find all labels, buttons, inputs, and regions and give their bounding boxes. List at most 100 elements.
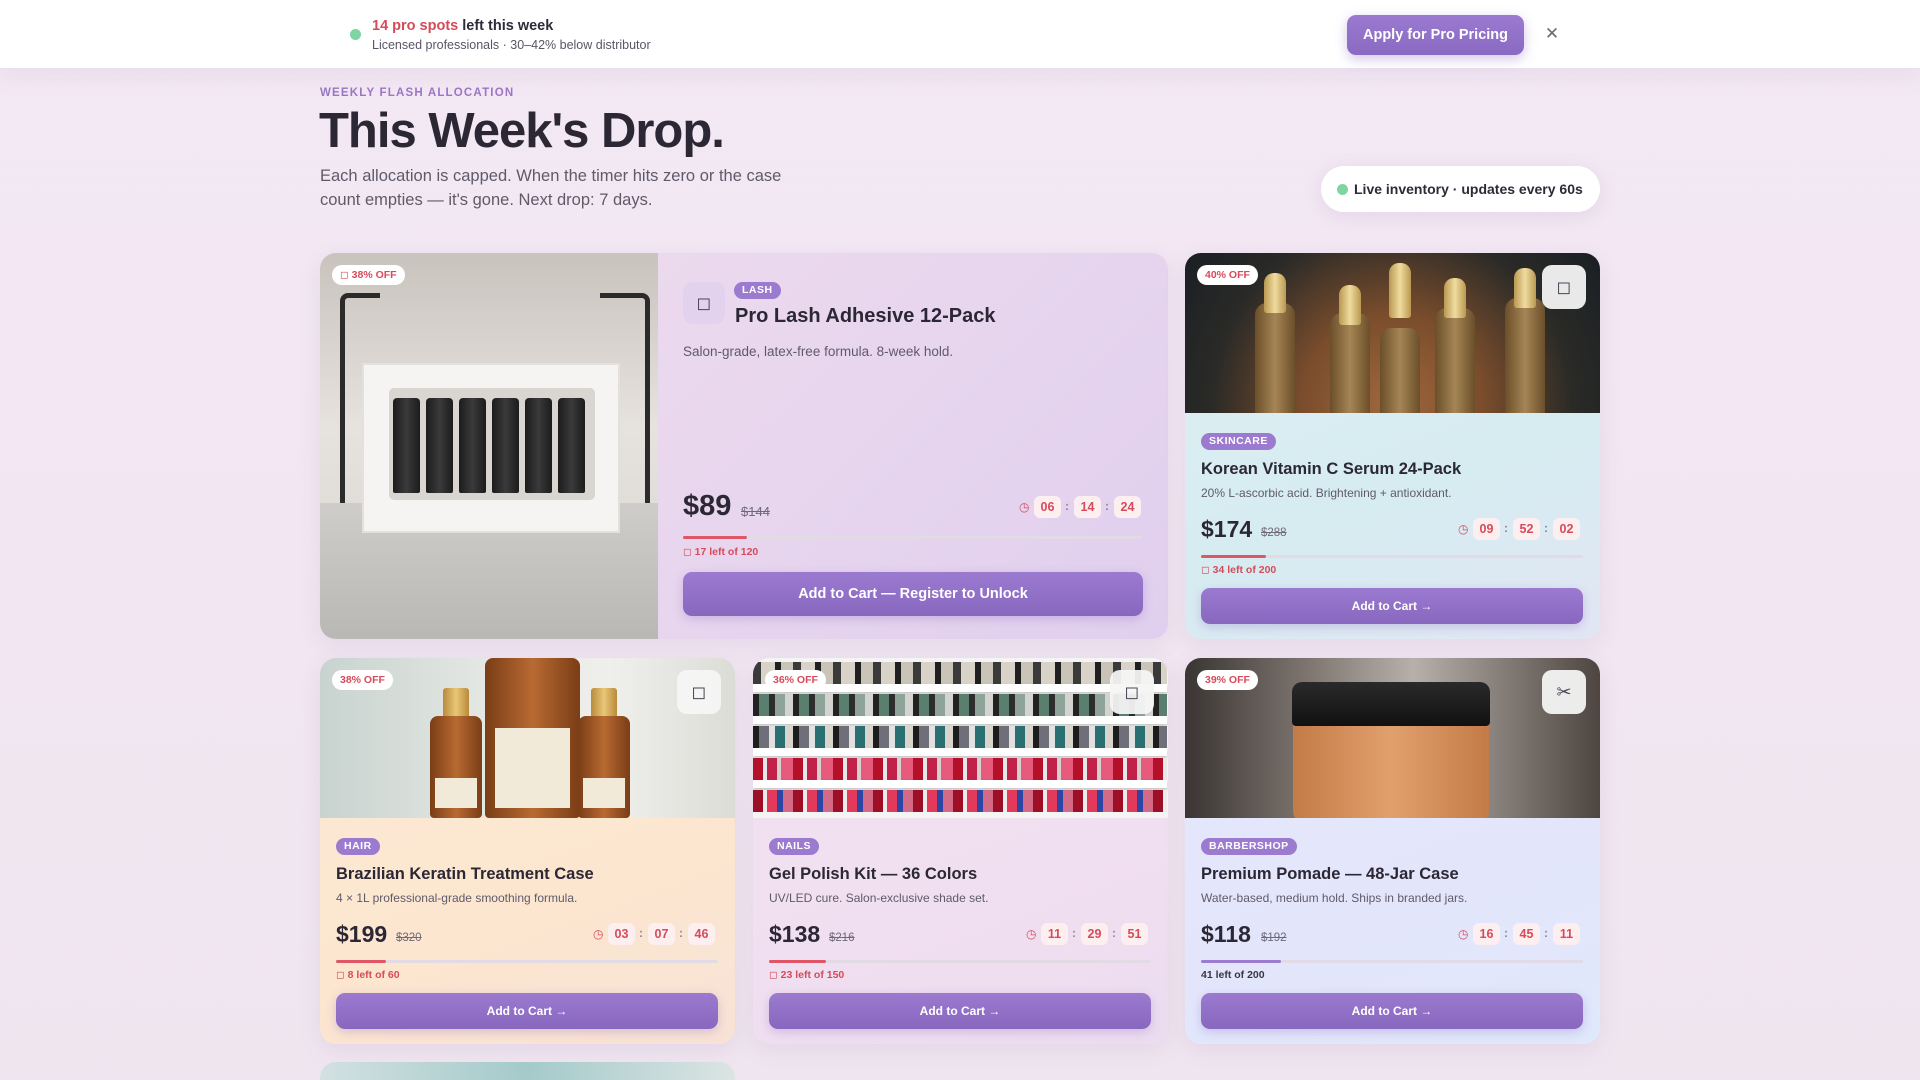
stock-progress-bar — [336, 960, 718, 963]
product-description: 4 × 1L professional-grade smoothing form… — [336, 891, 578, 905]
product-description: Water-based, medium hold. Ships in brand… — [1201, 891, 1468, 905]
status-dot — [350, 29, 361, 40]
clock-icon: ◷ — [1026, 927, 1037, 941]
original-price: $288 — [1261, 527, 1287, 539]
price: $89 — [683, 490, 732, 522]
product-description: UV/LED cure. Salon-exclusive shade set. — [769, 891, 989, 905]
spots-remaining: 14 pro spots left this week — [372, 18, 553, 34]
product-card-hair: 38% OFF ◻ HAIR Brazilian Keratin Treatme… — [320, 658, 735, 1044]
countdown-timer: ◷ 06 : 14 : 24 — [1019, 496, 1144, 518]
stock-remaining: 41 left of 200 — [1201, 969, 1265, 981]
product-name: Pro Lash Adhesive 12-Pack — [735, 305, 996, 327]
timer-minutes: 14 — [1074, 496, 1101, 518]
scissors-icon[interactable]: ✂ — [1542, 670, 1586, 714]
stock-progress-fill — [336, 960, 386, 963]
bookmark-icon[interactable]: ◻ — [683, 282, 725, 324]
live-inventory-badge: Live inventory · updates every 60s — [1321, 166, 1600, 212]
original-price: $144 — [741, 504, 770, 519]
stock-progress-bar — [769, 960, 1151, 963]
product-description: Salon-grade, latex-free formula. 8-week … — [683, 344, 954, 359]
pro-pricing-banner: 14 pro spots left this week Licensed pro… — [0, 0, 1920, 69]
countdown-timer: ◷ 09 : 52 : 02 — [1458, 518, 1583, 540]
stock-progress-bar — [1201, 960, 1583, 963]
original-price: $192 — [1261, 932, 1287, 944]
product-description: 20% L-ascorbic acid. Brightening + antio… — [1201, 486, 1452, 500]
clock-icon: ◷ — [593, 927, 604, 941]
spots-count: 14 pro spots — [372, 18, 459, 34]
add-to-cart-button[interactable]: Add to Cart → — [769, 993, 1151, 1029]
add-to-cart-button[interactable]: Add to Cart — Register to Unlock — [683, 572, 1143, 616]
product-image: ◻ 38% OFF — [320, 253, 658, 639]
timer-minutes: 52 — [1513, 518, 1540, 540]
product-name: Gel Polish Kit — 36 Colors — [769, 865, 978, 883]
product-image: 39% OFF ✂ — [1185, 658, 1600, 818]
category-tag: LASH — [734, 282, 781, 299]
add-to-cart-button[interactable]: Add to Cart → — [1201, 588, 1583, 624]
discount-badge: 40% OFF — [1197, 265, 1258, 285]
category-tag: SKINCARE — [1201, 433, 1276, 450]
section-eyebrow: WEEKLY FLASH ALLOCATION — [320, 87, 515, 99]
product-image: 40% OFF ◻ — [1185, 253, 1600, 413]
timer-seconds: 02 — [1553, 518, 1580, 540]
page-subtitle: Each allocation is capped. When the time… — [320, 167, 782, 209]
live-dot — [1337, 184, 1348, 195]
bookmark-icon[interactable]: ◻ — [1542, 265, 1586, 309]
timer-minutes: 29 — [1081, 923, 1108, 945]
stock-remaining: ◻ 34 left of 200 — [1201, 564, 1277, 576]
stock-remaining: ◻ 23 left of 150 — [769, 969, 845, 981]
countdown-timer: ◷ 11 : 29 : 51 — [1026, 923, 1151, 945]
countdown-timer: ◷ 16 : 45 : 11 — [1458, 923, 1583, 945]
discount-badge: 38% OFF — [332, 670, 393, 690]
add-to-cart-button[interactable]: Add to Cart → — [336, 993, 718, 1029]
banner-subline: Licensed professionals · 30–42% below di… — [372, 38, 651, 52]
clock-icon: ◷ — [1019, 500, 1030, 514]
stock-remaining: ◻ 8 left of 60 — [336, 969, 400, 981]
timer-seconds: 24 — [1114, 496, 1141, 518]
add-to-cart-button[interactable]: Add to Cart → — [1201, 993, 1583, 1029]
timer-hours: 06 — [1034, 496, 1061, 518]
timer-seconds: 51 — [1121, 923, 1148, 945]
bookmark-icon[interactable]: ◻ — [1110, 670, 1154, 714]
countdown-timer: ◷ 03 : 07 : 46 — [593, 923, 718, 945]
product-image: 38% OFF ◻ — [320, 658, 735, 818]
page-title: This Week's Drop. — [319, 104, 725, 158]
original-price: $320 — [396, 932, 422, 944]
product-card-barbershop: 39% OFF ✂ BARBERSHOP Premium Pomade — 48… — [1185, 658, 1600, 1044]
stock-progress-fill — [683, 536, 748, 539]
timer-hours: 11 — [1041, 923, 1068, 945]
timer-hours: 16 — [1473, 923, 1500, 945]
price: $118 — [1201, 921, 1251, 947]
clock-icon: ◷ — [1458, 522, 1469, 536]
category-tag: NAILS — [769, 838, 819, 855]
stock-remaining: ◻ 17 left of 120 — [683, 546, 759, 558]
stock-progress-fill — [1201, 555, 1266, 558]
original-price: $216 — [829, 932, 855, 944]
category-tag: BARBERSHOP — [1201, 838, 1297, 855]
product-image: 36% OFF ◻ — [753, 658, 1168, 818]
clock-icon: ◷ — [1458, 927, 1469, 941]
bookmark-icon[interactable]: ◻ — [677, 670, 721, 714]
timer-seconds: 11 — [1553, 923, 1580, 945]
product-card-next-preview — [320, 1062, 735, 1080]
product-name: Brazilian Keratin Treatment Case — [336, 865, 594, 883]
discount-badge: 36% OFF — [765, 670, 826, 690]
timer-minutes: 07 — [648, 923, 675, 945]
stock-progress-bar — [683, 536, 1142, 539]
stock-progress-fill — [769, 960, 827, 963]
category-tag: HAIR — [336, 838, 380, 855]
product-card-skincare: 40% OFF ◻ SKINCARE Korean Vitamin C Seru… — [1185, 253, 1600, 639]
stock-progress-fill — [1201, 960, 1282, 963]
discount-badge: ◻ 38% OFF — [332, 265, 405, 285]
price: $199 — [336, 921, 388, 947]
timer-hours: 09 — [1473, 518, 1500, 540]
close-icon[interactable]: ✕ — [1542, 24, 1562, 44]
apply-pro-pricing-button[interactable]: Apply for Pro Pricing — [1347, 15, 1524, 55]
stock-progress-bar — [1201, 555, 1583, 558]
product-name: Premium Pomade — 48-Jar Case — [1201, 865, 1459, 883]
timer-seconds: 46 — [688, 923, 715, 945]
spots-suffix: left this week — [458, 18, 554, 34]
price: $174 — [1201, 516, 1253, 542]
product-card-nails: 36% OFF ◻ NAILS Gel Polish Kit — 36 Colo… — [753, 658, 1168, 1044]
live-inventory-label: Live inventory · updates every 60s — [1354, 181, 1583, 197]
price: $138 — [769, 921, 821, 947]
